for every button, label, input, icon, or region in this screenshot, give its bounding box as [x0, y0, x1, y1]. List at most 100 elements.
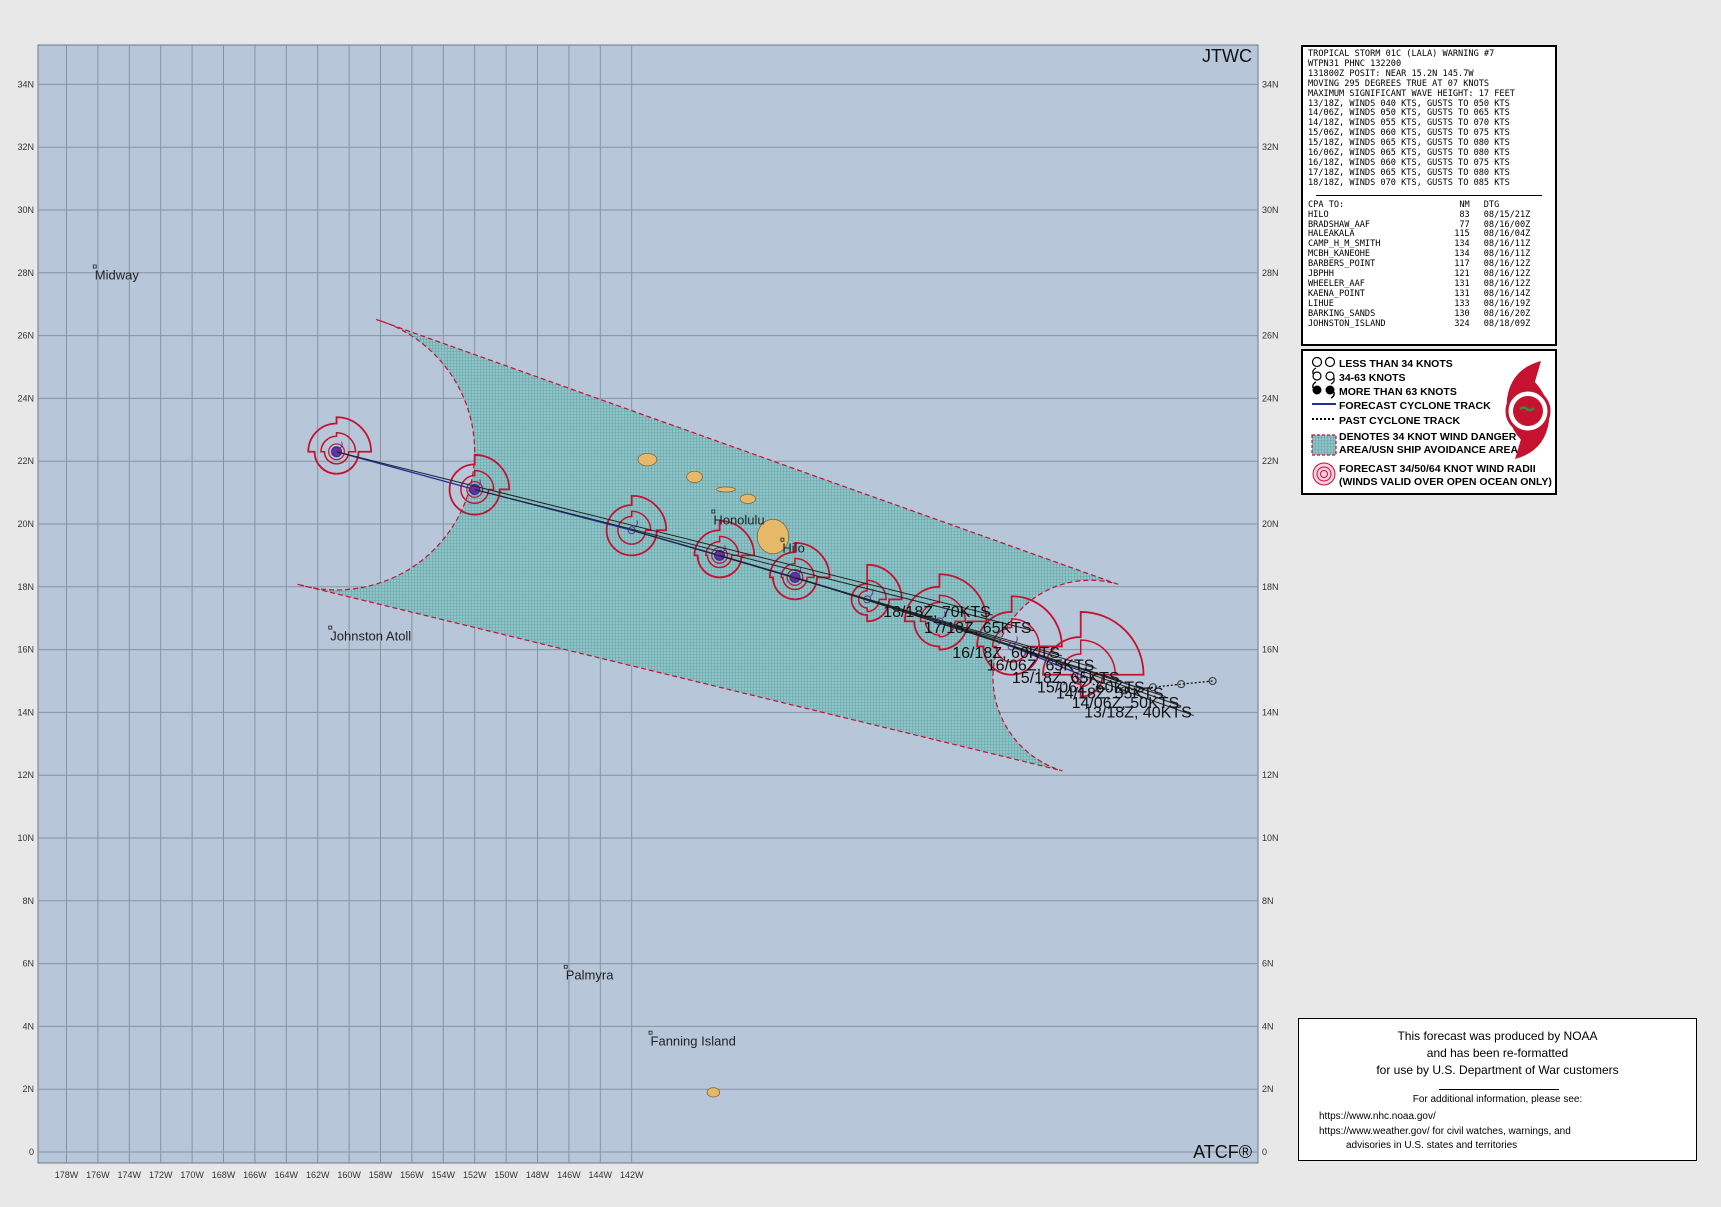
lon-tick-label: 146W	[557, 1170, 581, 1180]
lat-tick-label-right: 30N	[1262, 205, 1279, 215]
lon-tick-label: 142W	[620, 1170, 644, 1180]
weather-gov-link-note: advisories in U.S. states and territorie…	[1346, 1140, 1518, 1151]
legend-less-34-icon	[1311, 356, 1336, 368]
lon-tick-label: 174W	[118, 1170, 142, 1180]
forecast-label: 17/18Z, 65KTS	[924, 620, 1032, 637]
cpa-row: JOHNSTON_ISLAND 324 08/18/09Z	[1308, 318, 1550, 330]
lat-tick-label-right: 0	[1262, 1147, 1267, 1157]
legend-danger-area-icon	[1311, 434, 1337, 456]
lat-tick-label-right: 26N	[1262, 331, 1279, 341]
lat-tick-label-left: 10N	[17, 833, 34, 843]
lat-tick-label-left: 34N	[17, 79, 34, 89]
lon-tick-label: 158W	[369, 1170, 393, 1180]
lon-tick-label: 162W	[306, 1170, 330, 1180]
lat-tick-label-right: 10N	[1262, 833, 1279, 843]
weather-gov-link[interactable]: https://www.weather.gov/ for civil watch…	[1319, 1126, 1571, 1138]
info-box: This forecast was produced by NOAA and h…	[1298, 1018, 1697, 1161]
info-divider	[1439, 1089, 1559, 1090]
lat-tick-label-left: 8N	[22, 896, 34, 906]
island-shape	[706, 1087, 721, 1098]
lat-tick-label-left: 32N	[17, 142, 34, 152]
lat-tick-label-left: 12N	[17, 770, 34, 780]
lon-tick-label: 154W	[432, 1170, 456, 1180]
place-label: Hilo	[782, 541, 804, 556]
lat-tick-label-right: 18N	[1262, 582, 1279, 592]
lat-tick-label-left: 6N	[22, 959, 34, 969]
lat-tick-label-right: 20N	[1262, 519, 1279, 529]
lat-tick-label-left: 24N	[17, 393, 34, 403]
lon-tick-label: 166W	[243, 1170, 267, 1180]
legend-wind-radii: FORECAST 34/50/64 KNOT WIND RADII	[1339, 463, 1536, 475]
legend-danger-area: DENOTES 34 KNOT WIND DANGER	[1339, 431, 1517, 443]
lat-tick-label-left: 18N	[17, 582, 34, 592]
legend-symbols	[1311, 356, 1337, 486]
lat-tick-label-right: 4N	[1262, 1021, 1274, 1031]
warning-text-box: TROPICAL STORM 01C (LALA) WARNING #7 WTPN…	[1301, 45, 1557, 346]
warning-lines: TROPICAL STORM 01C (LALA) WARNING #7 WTPN…	[1308, 49, 1550, 189]
lat-tick-label-left: 14N	[17, 707, 34, 717]
lon-tick-label: 144W	[589, 1170, 613, 1180]
lat-tick-label-left: 28N	[17, 268, 34, 278]
warning-divider	[1316, 194, 1542, 196]
lon-tick-label: 172W	[149, 1170, 173, 1180]
nws-seal-icon	[1505, 361, 1551, 459]
lat-tick-label-right: 12N	[1262, 770, 1279, 780]
lon-tick-label: 150W	[494, 1170, 518, 1180]
place-label: Palmyra	[566, 968, 614, 983]
lat-tick-label-left: 30N	[17, 205, 34, 215]
lat-tick-label-right: 6N	[1262, 959, 1274, 969]
info-sub-text: For additional information, please see:	[1412, 1094, 1583, 1105]
info-line-2: and has been re-formatted	[1426, 1046, 1569, 1060]
info-main-text: This forecast was produced by NOAA and h…	[1299, 1028, 1696, 1079]
lat-tick-label-right: 24N	[1262, 393, 1279, 403]
legend-34-63-icon	[1312, 367, 1335, 385]
legend-wind-radii-note: (WINDS VALID OVER OPEN OCEAN ONLY)	[1339, 476, 1552, 488]
nhc-link[interactable]: https://www.nhc.noaa.gov/	[1319, 1111, 1436, 1123]
island-shape	[716, 486, 736, 493]
forecast-label: 16/18Z, 60KTS	[952, 645, 1060, 662]
agency-label: JTWC	[1202, 46, 1252, 66]
place-label: Midway	[95, 268, 140, 283]
lon-tick-label: 168W	[212, 1170, 236, 1180]
lat-tick-label-left: 2N	[22, 1084, 34, 1094]
lat-tick-label-left: 0	[29, 1147, 34, 1157]
lon-tick-label: 164W	[275, 1170, 299, 1180]
lat-tick-label-right: 22N	[1262, 456, 1279, 466]
island-shape	[637, 452, 658, 467]
lat-tick-label-left: 4N	[22, 1021, 34, 1031]
lat-tick-label-right: 8N	[1262, 896, 1274, 906]
legend-box: LESS THAN 34 KNOTS 34-63 KNOTS MORE THAN…	[1301, 349, 1557, 495]
lon-tick-label: 178W	[55, 1170, 79, 1180]
lat-tick-label-right: 14N	[1262, 707, 1279, 717]
lat-tick-label-left: 16N	[17, 645, 34, 655]
cpa-distance: 83	[1459, 209, 1470, 220]
lon-tick-label: 156W	[400, 1170, 424, 1180]
info-line-1: This forecast was produced by NOAA	[1397, 1029, 1598, 1043]
lat-tick-label-right: 2N	[1262, 1084, 1274, 1094]
lat-tick-label-right: 28N	[1262, 268, 1279, 278]
lat-tick-label-right: 34N	[1262, 79, 1279, 89]
lon-tick-label: 148W	[526, 1170, 550, 1180]
legend-more-63-icon	[1312, 381, 1335, 399]
warning-line: 18/18Z, WINDS 070 KTS, GUSTS TO 085 KTS	[1308, 177, 1510, 188]
island-shape	[739, 493, 757, 504]
lat-tick-label-right: 16N	[1262, 645, 1279, 655]
legend-wind-radii-icon	[1312, 462, 1336, 486]
lat-tick-label-left: 26N	[17, 331, 34, 341]
legend-34-63: 34-63 KNOTS	[1339, 372, 1406, 384]
legend-more-63: MORE THAN 63 KNOTS	[1339, 386, 1457, 398]
place-label: Fanning Island	[651, 1034, 736, 1049]
cpa-time: 08/18/09Z	[1483, 318, 1531, 329]
cpa-station: JOHNSTON_ISLAND	[1308, 318, 1386, 329]
lon-tick-label: 170W	[180, 1170, 204, 1180]
legend-past-track: PAST CYCLONE TRACK	[1339, 415, 1461, 427]
cpa-table: HILO 83 08/15/21Z BRADSHAW_AAF 77 08/16/00Z HA…	[1308, 209, 1550, 330]
place-label: Johnston Atoll	[330, 629, 411, 644]
lat-tick-label-left: 20N	[17, 519, 34, 529]
cpa-station: HILO	[1308, 209, 1329, 220]
place-label: Honolulu	[713, 512, 764, 527]
info-line-3: for use by U.S. Department of War custom…	[1376, 1063, 1619, 1077]
forecast-label: 18/18Z, 70KTS	[883, 604, 991, 621]
legend-avoidance-area: AREA/USN SHIP AVOIDANCE AREA	[1339, 444, 1519, 456]
lon-tick-label: 160W	[337, 1170, 361, 1180]
